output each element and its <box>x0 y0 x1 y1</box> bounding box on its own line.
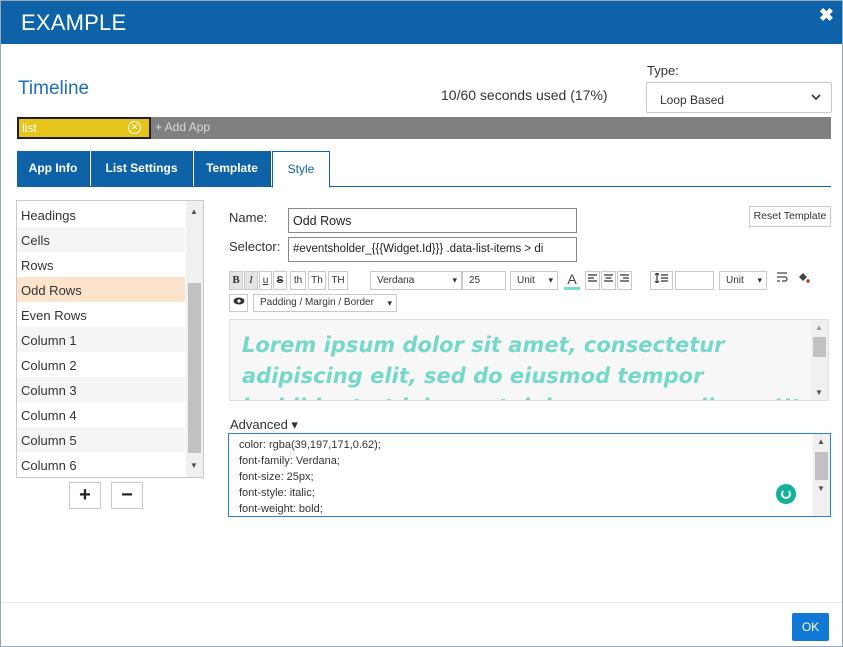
list-item[interactable]: Headings <box>17 202 185 227</box>
list-item[interactable]: Column 2 <box>17 352 185 377</box>
css-line: font-weight: bold; <box>239 503 323 515</box>
chevron-down-icon <box>811 94 821 101</box>
list-item[interactable]: Cells <box>17 227 185 252</box>
tab-app-info[interactable]: App Info <box>17 151 90 187</box>
close-icon[interactable]: ✖ <box>819 5 834 26</box>
line-height-field[interactable] <box>675 271 714 290</box>
css-editor[interactable]: color: rgba(39,197,171,0.62); font-famil… <box>228 433 831 517</box>
type-select[interactable]: Loop Based <box>646 82 832 113</box>
fill-color-icon[interactable] <box>794 271 812 290</box>
list-item[interactable]: Column 3 <box>17 377 185 402</box>
align-right-icon[interactable] <box>617 271 632 290</box>
font-color-swatch <box>564 287 580 290</box>
list-scrollbar[interactable]: ▲ ▼ <box>186 201 203 477</box>
font-color-icon[interactable]: A <box>562 271 582 290</box>
scroll-up-icon[interactable]: ▲ <box>817 437 825 446</box>
font-size-field[interactable]: 25 <box>462 271 506 290</box>
app-timeline-bar: list ✕ + Add App <box>17 117 831 139</box>
timeline-title: Timeline <box>18 78 90 99</box>
tab-template[interactable]: Template <box>194 151 271 187</box>
preview-text: Lorem ipsum dolor sit amet, consectetur … <box>242 333 801 400</box>
box-model-value: Padding / Margin / Border <box>260 297 374 308</box>
style-preview: Lorem ipsum dolor sit amet, consectetur … <box>229 319 829 401</box>
text-wrap-icon[interactable] <box>774 271 790 290</box>
remove-style-button[interactable]: − <box>111 482 143 509</box>
name-field[interactable]: Odd Rows <box>288 208 577 233</box>
css-editor-scrollbar[interactable]: ▲ ▼ <box>813 434 830 516</box>
list-item[interactable]: Even Rows <box>17 302 185 327</box>
underline-button[interactable]: u <box>259 271 272 290</box>
style-dialog: EXAMPLE ✖ Timeline 10/60 seconds used (1… <box>0 0 843 647</box>
chevron-down-icon: ▾ <box>452 275 457 285</box>
scroll-down-icon[interactable]: ▼ <box>817 484 825 493</box>
chevron-down-icon: ▾ <box>757 275 762 285</box>
tab-bar: App Info List Settings Template Style <box>17 151 831 188</box>
italic-button[interactable]: I <box>244 271 258 290</box>
capitalize-button[interactable]: Th <box>308 271 326 290</box>
chevron-down-icon: ▾ <box>387 298 392 308</box>
type-select-value: Loop Based <box>660 93 725 107</box>
scroll-thumb[interactable] <box>815 452 828 480</box>
css-line: color: rgba(39,197,171,0.62); <box>239 439 381 451</box>
list-item-selected[interactable]: Odd Rows <box>17 277 185 302</box>
list-item[interactable]: Column 6 <box>17 452 185 477</box>
list-item[interactable]: Column 1 <box>17 327 185 352</box>
add-style-button[interactable]: + <box>69 482 101 509</box>
selector-label: Selector: <box>229 239 281 254</box>
bold-button[interactable]: B <box>229 271 243 290</box>
footer-divider <box>1 602 842 603</box>
line-height-unit-select[interactable]: Unit ▾ <box>719 271 767 290</box>
app-chip-label: list <box>22 121 37 135</box>
font-size-unit-select[interactable]: Unit ▾ <box>510 271 558 290</box>
css-line: font-style: italic; <box>239 487 315 499</box>
font-family-select[interactable]: Verdana ▾ <box>370 271 462 290</box>
type-label: Type: <box>647 63 679 78</box>
name-label: Name: <box>229 210 268 225</box>
scroll-up-icon[interactable]: ▲ <box>190 207 198 216</box>
box-model-select[interactable]: Padding / Margin / Border ▾ <box>253 294 397 312</box>
scroll-down-icon[interactable]: ▼ <box>815 388 823 397</box>
tab-style[interactable]: Style <box>272 151 330 188</box>
usage-text: 10/60 seconds used (17%) <box>441 87 608 103</box>
line-height-icon[interactable] <box>650 271 673 290</box>
remove-app-icon[interactable]: ✕ <box>128 121 141 134</box>
scroll-thumb[interactable] <box>188 283 201 453</box>
unit-value: Unit <box>726 275 744 286</box>
reset-template-button[interactable]: Reset Template <box>749 206 831 227</box>
lowercase-button[interactable]: th <box>290 271 306 290</box>
app-chip[interactable]: list ✕ <box>17 117 151 139</box>
ok-button[interactable]: OK <box>792 613 829 641</box>
scroll-down-icon[interactable]: ▼ <box>190 461 198 470</box>
css-line: font-size: 25px; <box>239 471 314 483</box>
uppercase-button[interactable]: TH <box>328 271 348 290</box>
list-item[interactable]: Column 5 <box>17 427 185 452</box>
title-bar: EXAMPLE ✖ <box>1 1 842 44</box>
css-line: font-family: Verdana; <box>239 455 340 467</box>
tab-list-settings[interactable]: List Settings <box>91 151 193 187</box>
scroll-up-icon[interactable]: ▲ <box>815 323 823 332</box>
scroll-thumb[interactable] <box>813 337 826 357</box>
list-item[interactable]: Column 4 <box>17 402 185 427</box>
style-element-list: Headings Cells Rows Odd Rows Even Rows C… <box>16 200 204 478</box>
dialog-title: EXAMPLE <box>21 10 127 35</box>
preview-scrollbar[interactable]: ▲ ▼ <box>811 320 828 400</box>
advanced-toggle[interactable]: Advanced ▾ <box>230 417 298 433</box>
grammarly-icon[interactable] <box>776 484 796 504</box>
eye-icon[interactable] <box>229 294 248 312</box>
strike-button[interactable]: S <box>273 271 287 290</box>
chevron-down-icon: ▾ <box>548 275 553 285</box>
align-center-icon[interactable] <box>601 271 616 290</box>
list-item[interactable]: Rows <box>17 252 185 277</box>
align-left-icon[interactable] <box>585 271 600 290</box>
font-family-value: Verdana <box>377 275 415 286</box>
add-app-button[interactable]: + Add App <box>155 120 210 134</box>
unit-value: Unit <box>517 275 535 286</box>
selector-field[interactable]: #eventsholder_{{{Widget.Id}}} .data-list… <box>288 237 577 262</box>
